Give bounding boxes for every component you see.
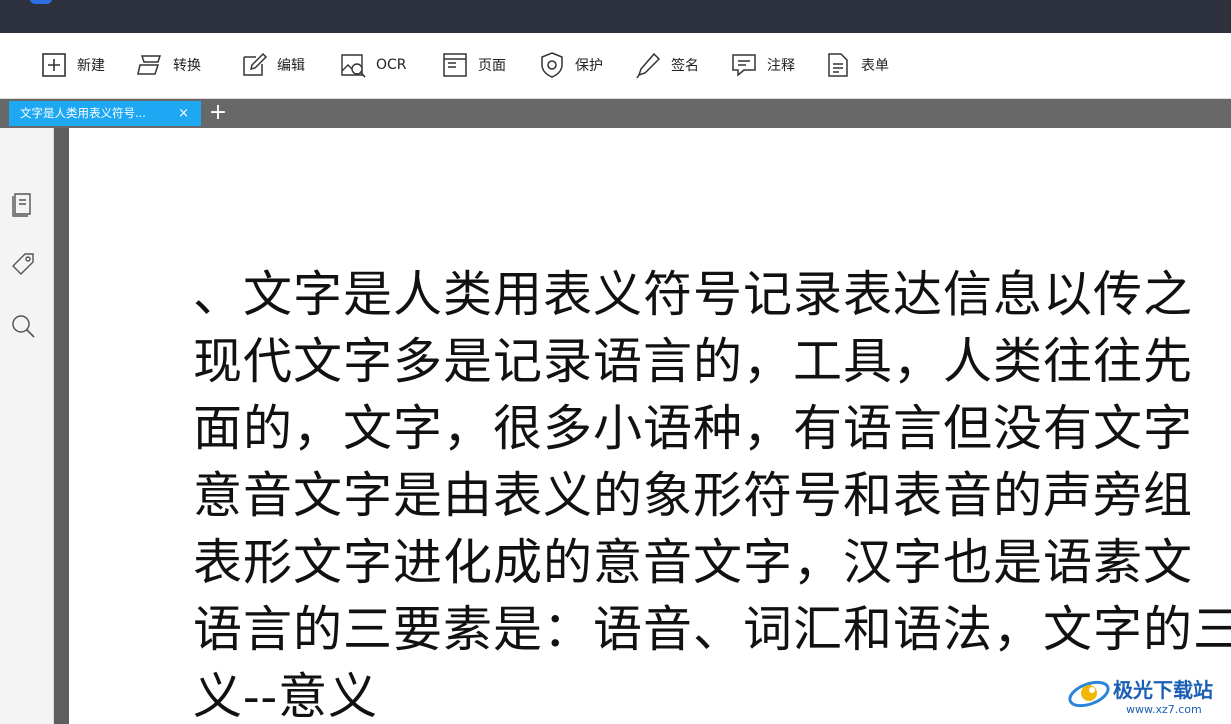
tab-document[interactable]: 文字是人类用表义符号... × (9, 101, 201, 126)
thumbnail-icon[interactable] (9, 190, 37, 218)
title-bar (0, 0, 1231, 33)
convert-button[interactable]: 转换 (136, 50, 201, 80)
close-icon[interactable]: × (178, 101, 189, 127)
text-line: 、文字是人类用表义符号记录表达信息以传之 (193, 266, 1194, 323)
annotate-label: 注释 (767, 58, 795, 74)
new-button[interactable]: 新建 (40, 50, 105, 80)
bookmark-tag-icon[interactable] (9, 250, 37, 278)
edit-icon (243, 52, 268, 76)
form-button[interactable]: 表单 (824, 50, 889, 80)
text-line: 表形文字进化成的意音文字，汉字也是语素文 (193, 534, 1194, 591)
edit-label: 编辑 (277, 58, 305, 74)
main-toolbar: 新建 转换 编辑 OCR 页面 保护 签名 注释 表单 (0, 33, 1231, 99)
sign-label: 签名 (671, 58, 699, 74)
ocr-label: OCR (376, 57, 407, 73)
left-sidebar (0, 128, 54, 724)
form-label: 表单 (861, 58, 889, 74)
text-line: 现代文字多是记录语言的，工具，人类往往先 (193, 333, 1194, 390)
ocr-icon (341, 54, 366, 78)
pen-icon (636, 52, 661, 79)
app-logo (30, 0, 52, 4)
new-icon (42, 53, 66, 77)
convert-icon (137, 55, 162, 75)
page-button[interactable]: 页面 (441, 50, 506, 80)
form-icon (828, 53, 848, 77)
page-label: 页面 (478, 58, 506, 74)
sign-button[interactable]: 签名 (634, 50, 699, 80)
text-line: 意音文字是由表义的象形符号和表音的声旁组 (193, 467, 1194, 524)
annotate-button[interactable]: 注释 (730, 50, 795, 80)
ocr-button[interactable]: OCR (339, 50, 407, 80)
watermark-logo-icon (1068, 680, 1110, 708)
comment-icon (732, 54, 756, 77)
text-line: 面的，文字，很多小语种，有语言但没有文字 (193, 400, 1194, 457)
shield-icon (541, 52, 563, 78)
convert-label: 转换 (173, 58, 201, 74)
watermark-title: 极光下载站 (1113, 678, 1213, 702)
document-text: 、文字是人类用表义符号记录表达信息以传之 现代文字多是记录语言的，工具，人类往往… (193, 261, 1231, 724)
document-page: 、文字是人类用表义符号记录表达信息以传之 现代文字多是记录语言的，工具，人类往往… (69, 128, 1231, 724)
new-label: 新建 (77, 58, 105, 74)
add-tab-button[interactable]: + (208, 102, 228, 124)
protect-label: 保护 (575, 58, 603, 74)
text-line: 语言的三要素是：语音、词汇和语法，文字的三 (193, 601, 1231, 658)
watermark-url: www.xz7.com (1126, 703, 1202, 716)
page-icon (443, 53, 467, 77)
protect-button[interactable]: 保护 (538, 50, 603, 80)
document-tab-bar: 文字是人类用表义符号... × + (0, 99, 1231, 128)
page-gutter (54, 128, 69, 724)
edit-button[interactable]: 编辑 (240, 50, 305, 80)
site-watermark: 极光下载站 www.xz7.com (1066, 666, 1226, 720)
tab-label: 文字是人类用表义符号... (20, 106, 146, 120)
search-icon[interactable] (9, 312, 37, 340)
